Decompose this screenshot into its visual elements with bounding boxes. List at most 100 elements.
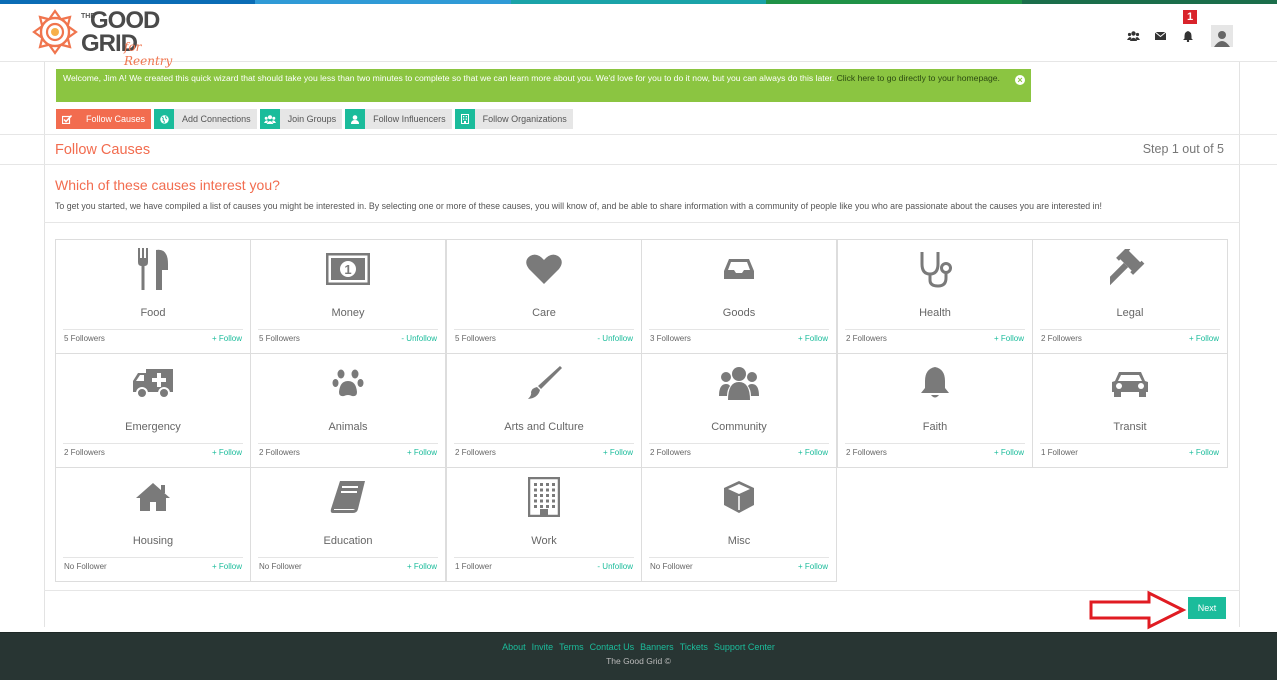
divider (63, 329, 243, 330)
red-arrow-annotation-icon (1089, 590, 1187, 630)
cause-name: Care (532, 307, 556, 319)
tab-label: Add Connections (174, 109, 257, 129)
divider (454, 557, 634, 558)
divider (44, 222, 1240, 223)
follower-count: No Follower (650, 562, 693, 571)
footer-link-tickets[interactable]: Tickets (680, 642, 708, 652)
follower-count: 2 Followers (259, 448, 300, 457)
paw-icon (251, 360, 445, 406)
cause-card-arts-and-culture[interactable]: Arts and Culture 2 Followers + Follow (446, 353, 642, 468)
gavel-icon (1033, 246, 1227, 292)
divider (63, 557, 243, 558)
cause-card-health[interactable]: Health 2 Followers + Follow (837, 239, 1033, 354)
follower-count: No Follower (64, 562, 107, 571)
section-description: To get you started, we have compiled a l… (55, 201, 1102, 211)
cutlery-icon (56, 246, 250, 292)
follow-toggle-link[interactable]: + Follow (407, 562, 437, 571)
page-title: Follow Causes (55, 142, 151, 158)
tab-label: Follow Causes (78, 109, 152, 129)
cause-card-goods[interactable]: Goods 3 Followers + Follow (641, 239, 837, 354)
tab-join-groups[interactable]: Join Groups (259, 109, 343, 129)
cause-card-education[interactable]: Education No Follower + Follow (250, 467, 446, 582)
ambulance-icon (56, 360, 250, 406)
header: THE GOOD GRID for Reentry 1 (0, 4, 1277, 68)
user-avatar[interactable] (1211, 25, 1233, 47)
follower-count: 5 Followers (64, 334, 105, 343)
footer-links: About Invite Terms Contact Us Banners Tickets… (0, 642, 1277, 652)
cube-icon (642, 474, 836, 520)
divider (845, 329, 1025, 330)
tab-follow-causes[interactable]: Follow Causes (56, 109, 152, 129)
follow-toggle-link[interactable]: + Follow (994, 334, 1024, 343)
next-button[interactable]: Next (1188, 597, 1226, 619)
tab-label: Follow Organizations (474, 109, 573, 129)
tab-add-connections[interactable]: Add Connections (154, 109, 257, 129)
divider (649, 329, 829, 330)
cause-card-community[interactable]: Community 2 Followers + Follow (641, 353, 837, 468)
money-icon: 1 (251, 246, 445, 292)
envelope-icon[interactable] (1147, 26, 1174, 46)
follow-toggle-link[interactable]: + Follow (212, 562, 242, 571)
cause-card-misc[interactable]: Misc No Follower + Follow (641, 467, 837, 582)
cause-card-money[interactable]: 1 Money 5 Followers - Unfollow (250, 239, 446, 354)
cause-card-housing[interactable]: Housing No Follower + Follow (55, 467, 251, 582)
cause-name: Health (919, 307, 951, 319)
divider (0, 134, 1277, 135)
follow-toggle-link[interactable]: + Follow (212, 448, 242, 457)
car-icon (1033, 360, 1227, 406)
tab-follow-organizations[interactable]: Follow Organizations (454, 109, 573, 129)
gear-logo-icon (32, 9, 78, 55)
cause-card-work[interactable]: Work 1 Follower - Unfollow (446, 467, 642, 582)
notifications-bell-icon[interactable]: 1 (1174, 10, 1201, 46)
building-icon (447, 474, 641, 520)
follower-count: 1 Follower (455, 562, 492, 571)
divider (454, 443, 634, 444)
divider (649, 557, 829, 558)
cause-card-food[interactable]: Food 5 Followers + Follow (55, 239, 251, 354)
follower-count: 2 Followers (455, 448, 496, 457)
follower-count: 5 Followers (259, 334, 300, 343)
follow-toggle-link[interactable]: - Unfollow (597, 562, 633, 571)
tab-follow-influencers[interactable]: Follow Influencers (345, 109, 452, 129)
homepage-link[interactable]: Click here to go directly to your homepa… (837, 73, 1000, 83)
follow-toggle-link[interactable]: + Follow (994, 448, 1024, 457)
cause-card-faith[interactable]: Faith 2 Followers + Follow (837, 353, 1033, 468)
building-icon (454, 109, 475, 129)
follower-count: 3 Followers (650, 334, 691, 343)
cause-card-transit[interactable]: Transit 1 Follower + Follow (1032, 353, 1228, 468)
cause-name: Arts and Culture (504, 421, 584, 433)
footer-link-support-center[interactable]: Support Center (714, 642, 775, 652)
follow-toggle-link[interactable]: + Follow (1189, 448, 1219, 457)
follow-toggle-link[interactable]: + Follow (603, 448, 633, 457)
cause-card-emergency[interactable]: Emergency 2 Followers + Follow (55, 353, 251, 468)
footer-link-banners[interactable]: Banners (640, 642, 674, 652)
cause-card-legal[interactable]: Legal 2 Followers + Follow (1032, 239, 1228, 354)
close-icon[interactable]: × (1015, 75, 1025, 85)
footer-link-invite[interactable]: Invite (532, 642, 554, 652)
divider (258, 329, 438, 330)
follower-count: 2 Followers (846, 448, 887, 457)
logo[interactable]: THE GOOD GRID for Reentry (32, 7, 182, 68)
footer-link-terms[interactable]: Terms (559, 642, 584, 652)
follow-toggle-link[interactable]: + Follow (798, 448, 828, 457)
follow-toggle-link[interactable]: + Follow (1189, 334, 1219, 343)
groups-icon[interactable] (1120, 26, 1147, 46)
cause-card-care[interactable]: Care 5 Followers - Unfollow (446, 239, 642, 354)
follow-toggle-link[interactable]: + Follow (798, 562, 828, 571)
cause-card-animals[interactable]: Animals 2 Followers + Follow (250, 353, 446, 468)
follow-toggle-link[interactable]: + Follow (407, 448, 437, 457)
follow-toggle-link[interactable]: + Follow (798, 334, 828, 343)
logo-the: THE (81, 13, 95, 20)
footer-link-contact-us[interactable]: Contact Us (590, 642, 635, 652)
cause-name: Money (331, 307, 365, 319)
follow-toggle-link[interactable]: - Unfollow (401, 334, 437, 343)
footer-link-about[interactable]: About (502, 642, 526, 652)
heart-icon (447, 246, 641, 292)
follow-toggle-link[interactable]: + Follow (212, 334, 242, 343)
stethoscope-icon (838, 246, 1032, 292)
follower-count: 2 Followers (1041, 334, 1082, 343)
step-indicator: Step 1 out of 5 (1142, 142, 1224, 156)
paintbrush-icon (447, 360, 641, 406)
notification-badge: 1 (1183, 10, 1198, 24)
follow-toggle-link[interactable]: - Unfollow (597, 334, 633, 343)
